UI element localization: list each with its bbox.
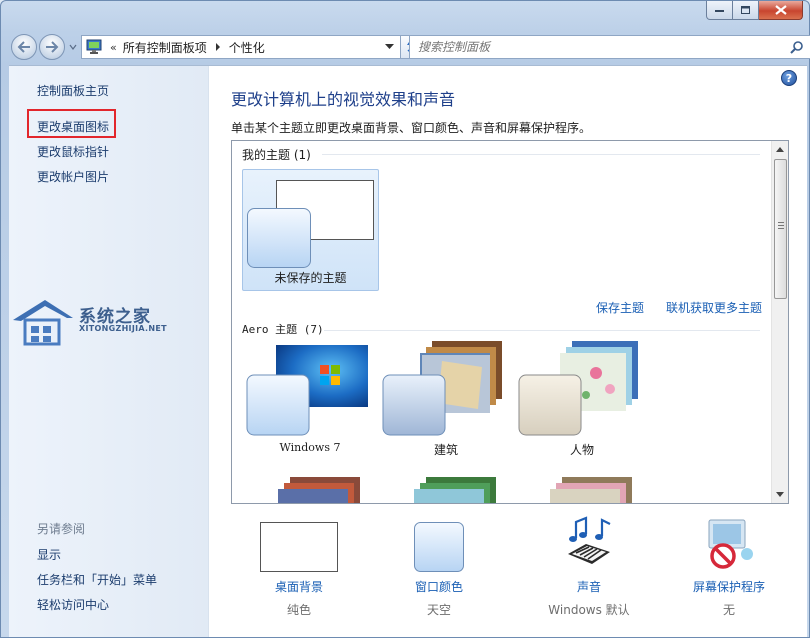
aero-themes-header: Aero 主题 (7) — [242, 323, 324, 336]
aero-theme-characters[interactable]: 人物 — [518, 339, 646, 457]
search-box[interactable] — [409, 35, 810, 59]
group-divider — [324, 330, 760, 331]
characters-wallpaper-preview — [518, 341, 638, 436]
get-more-themes-online-link[interactable]: 联机获取更多主题 — [666, 299, 762, 316]
theme-settings-bar: 桌面背景 纯色 窗口颜色 天空 声音 Windows 默认 屏幕保护程序 无 — [231, 512, 789, 622]
change-desktop-icons-link[interactable]: 更改桌面图标 — [37, 118, 109, 135]
watermark-logo: 系统之家 XITONGZHIJIA.NET — [11, 294, 171, 348]
music-notes-keyboard-icon — [568, 516, 611, 564]
breadcrumb-personalization[interactable]: 个性化 — [229, 39, 265, 56]
arrow-right-icon — [46, 41, 59, 53]
scroll-down-button[interactable] — [772, 486, 788, 503]
recent-pages-chevron-icon[interactable] — [69, 43, 77, 51]
address-bar[interactable]: « 所有控制面板项 个性化 — [81, 35, 401, 59]
search-icon[interactable] — [790, 40, 804, 54]
forward-button[interactable] — [39, 34, 65, 60]
screen-saver-value: 无 — [722, 603, 735, 617]
content-area: 控制面板主页 更改桌面图标 更改鼠标指针 更改帐户图片 系统之家 XITONGZ… — [9, 65, 807, 637]
page-description: 单击某个主题立即更改桌面背景、窗口颜色、声音和屏幕保护程序。 — [231, 121, 592, 135]
address-overflow-chevron[interactable]: « — [110, 41, 117, 54]
caption-buttons — [706, 1, 803, 20]
screen-saver-label[interactable]: 屏幕保护程序 — [659, 578, 799, 595]
scroll-up-button[interactable] — [772, 141, 788, 158]
close-icon — [774, 5, 787, 15]
desktop-background-value: 纯色 — [286, 603, 311, 617]
see-also-heading: 另请参阅 — [37, 522, 86, 536]
sounds-label[interactable]: 声音 — [519, 578, 659, 595]
minimize-icon — [714, 10, 724, 12]
group-divider — [322, 154, 760, 155]
window-color-preview — [414, 522, 464, 572]
aero-theme-label: 建筑 — [433, 443, 458, 457]
aero-theme-windows7[interactable]: Windows 7 — [246, 345, 374, 455]
aero-theme-row-partial — [278, 477, 632, 503]
windows7-wallpaper-preview — [246, 345, 368, 436]
window-glass-preview — [247, 208, 311, 268]
search-input[interactable] — [418, 40, 778, 54]
close-button[interactable] — [759, 1, 803, 20]
arrow-up-icon — [776, 147, 784, 152]
watermark-subtitle: XITONGZHIJIA.NET — [79, 324, 167, 333]
navigation-bar: « 所有控制面板项 个性化 — [9, 33, 810, 61]
window-color-value: 天空 — [426, 603, 451, 617]
aero-theme-label: 人物 — [569, 443, 594, 457]
save-theme-link[interactable]: 保存主题 — [596, 299, 644, 316]
desktop-background-label[interactable]: 桌面背景 — [229, 578, 369, 595]
arrow-left-icon — [17, 41, 30, 53]
desktop-background-preview — [260, 522, 338, 572]
display-link[interactable]: 显示 — [37, 546, 61, 563]
house-logo-icon — [13, 300, 73, 346]
personalization-window: « 所有控制面板项 个性化 控制面板主页 更改桌面图标 更改鼠标指针 更改帐户图… — [0, 0, 810, 638]
help-button[interactable]: ? — [781, 70, 797, 86]
task-sidebar: 控制面板主页 更改桌面图标 更改鼠标指针 更改帐户图片 系统之家 XITONGZ… — [9, 66, 209, 637]
screen-saver-none-icon — [708, 519, 753, 569]
maximize-button[interactable] — [733, 1, 759, 20]
scroll-thumb[interactable] — [774, 159, 787, 299]
unsaved-theme-tile[interactable]: 未保存的主题 — [242, 169, 379, 291]
scroll-grip — [778, 222, 784, 229]
unsaved-theme-label: 未保存的主题 — [274, 271, 347, 285]
arrow-down-icon — [776, 492, 784, 497]
change-mouse-pointers-link[interactable]: 更改鼠标指针 — [37, 143, 109, 160]
maximize-icon — [740, 5, 750, 14]
change-account-picture-link[interactable]: 更改帐户图片 — [37, 168, 109, 185]
control-panel-icon — [86, 39, 102, 54]
window-color-label[interactable]: 窗口颜色 — [369, 578, 509, 595]
breadcrumb-separator-icon[interactable] — [215, 43, 221, 51]
architecture-wallpaper-preview — [382, 341, 502, 436]
minimize-button[interactable] — [706, 1, 733, 20]
theme-list-scrollbar[interactable] — [771, 141, 788, 503]
breadcrumb-all-items[interactable]: 所有控制面板项 — [123, 39, 207, 56]
back-button[interactable] — [11, 34, 37, 60]
page-title: 更改计算机上的视觉效果和声音 — [231, 90, 456, 109]
taskbar-start-menu-link[interactable]: 任务栏和「开始」菜单 — [37, 571, 157, 588]
my-themes-header: 我的主题 (1) — [242, 148, 311, 162]
aero-theme-label: Windows 7 — [279, 441, 341, 454]
theme-list: 我的主题 (1) 未保存的主题 保存主题 联机获取更多主题 Aero 主题 (7… — [231, 140, 789, 504]
address-dropdown-icon[interactable] — [385, 44, 394, 50]
control-panel-home-link[interactable]: 控制面板主页 — [37, 82, 109, 99]
aero-theme-architecture[interactable]: 建筑 — [382, 339, 510, 457]
ease-of-access-link[interactable]: 轻松访问中心 — [37, 596, 109, 613]
theme-links: 保存主题 联机获取更多主题 — [596, 299, 762, 316]
sounds-value: Windows 默认 — [548, 603, 630, 617]
